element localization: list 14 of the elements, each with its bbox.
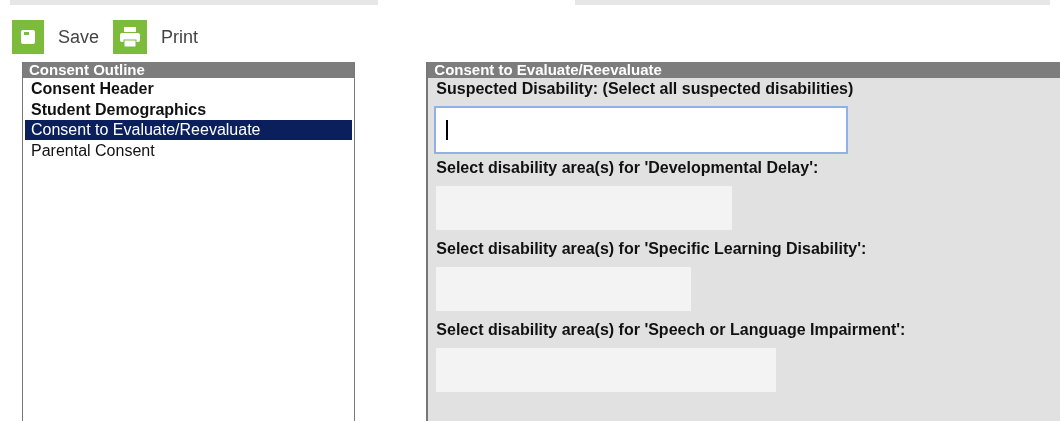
outline-item[interactable]: Consent Header <box>23 78 355 99</box>
field-label: Select disability area(s) for 'Developmental Delay': <box>436 158 819 178</box>
field-label: Suspected Disability: (Select all suspected disabilities) <box>436 79 854 99</box>
input-field[interactable] <box>434 106 849 154</box>
print-button[interactable]: Print <box>113 19 199 55</box>
panel-title: Consent Outline <box>23 62 355 78</box>
outline-item[interactable]: Parental Consent <box>23 140 355 161</box>
save-button[interactable]: Save <box>12 19 100 55</box>
field-label: Select disability area(s) for 'Speech or Language Impairment': <box>436 320 906 340</box>
outline-item[interactable]: Student Demographics <box>23 99 355 120</box>
outline-item[interactable]: Consent to Evaluate/Reevaluate <box>25 120 353 140</box>
panel-title: Consent to Evaluate/Reevaluate <box>428 62 1060 78</box>
field-label: Select disability area(s) for 'Specific Learning Disability': <box>436 239 867 259</box>
printer-icon <box>113 20 148 54</box>
